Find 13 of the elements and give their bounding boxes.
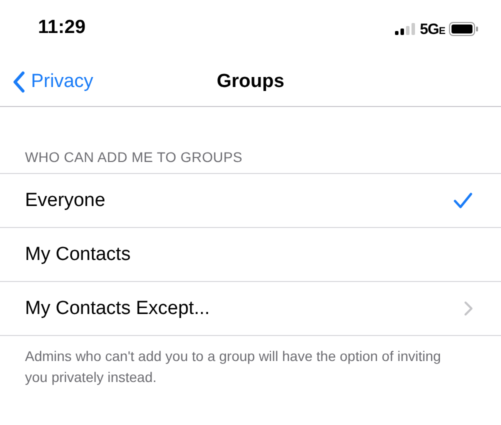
- chevron-right-icon: [464, 301, 473, 316]
- option-row[interactable]: My Contacts Except...: [0, 282, 501, 336]
- signal-icon: [394, 23, 416, 35]
- option-row[interactable]: Everyone: [0, 174, 501, 228]
- section-footer: Admins who can't add you to a group will have the option of inviting you privately instead.: [25, 346, 461, 388]
- status-time: 11:29: [38, 17, 86, 39]
- page-title: Groups: [216, 71, 284, 93]
- chevron-left-icon: [12, 71, 25, 93]
- battery-icon: [449, 22, 479, 36]
- option-row[interactable]: My Contacts: [0, 228, 501, 282]
- network-label: 5GE: [420, 20, 445, 38]
- back-button[interactable]: Privacy: [12, 68, 94, 96]
- section-header: WHO CAN ADD ME TO GROUPS: [24, 149, 244, 167]
